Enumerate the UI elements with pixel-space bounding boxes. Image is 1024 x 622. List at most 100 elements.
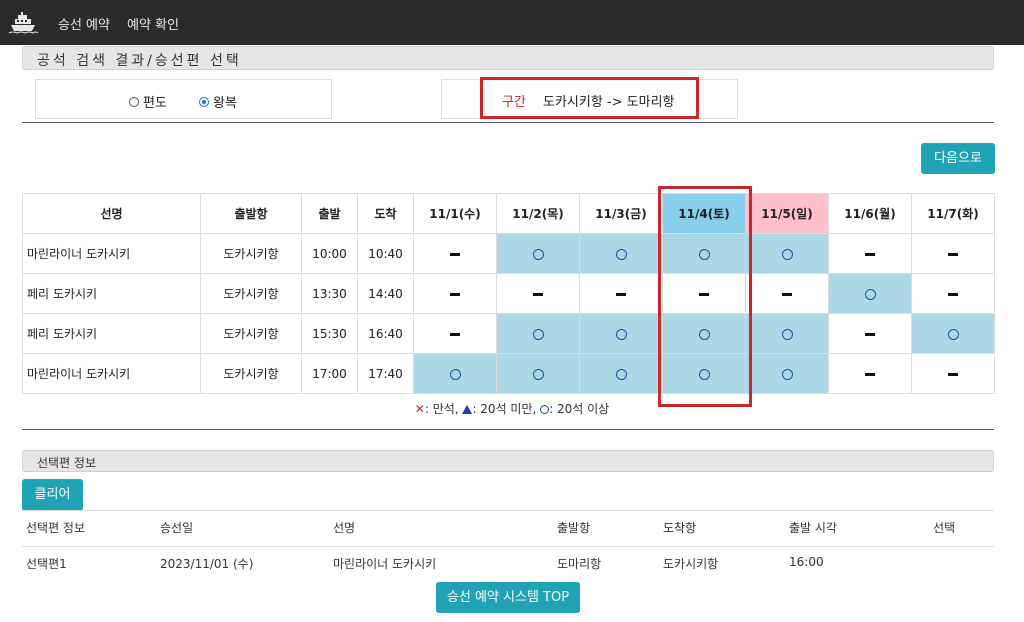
cell-arr: 14:40 [357,273,414,314]
selected-departure-time: 16:00 [789,555,824,569]
availability-cell [828,353,912,394]
schedule-row: 마린라이너 도카시키 도카시키항 17:00 17:40 [22,353,995,394]
availability-cell [413,273,497,314]
available-circle-icon[interactable] [532,368,544,380]
column-header: 출발항 [200,193,302,234]
next-button[interactable]: 다음으로 [921,143,995,174]
unavailable-dash-icon [948,292,958,296]
availability-cell[interactable] [662,353,746,394]
schedule-row: 마린라이너 도카시키 도카시키항 10:00 10:40 [22,233,995,274]
availability-cell[interactable] [828,273,912,314]
availability-cell[interactable] [496,233,580,274]
available-circle-icon[interactable] [698,328,710,340]
unavailable-dash-icon [533,292,543,296]
available-circle-icon[interactable] [449,368,461,380]
available-circle-icon[interactable] [781,248,793,260]
col-header: 출발 시각 [789,521,837,535]
availability-cell [413,233,497,274]
selected-departure-port: 도마리항 [557,557,602,571]
unavailable-dash-icon [699,292,709,296]
availability-cell[interactable] [579,233,663,274]
availability-cell[interactable] [911,313,995,354]
date-header[interactable]: 11/2(목) [496,193,580,234]
availability-cell [911,353,995,394]
unavailable-dash-icon [450,292,460,296]
unavailable-dash-icon [865,252,875,256]
nav-check-booking-link[interactable]: 예약 확인 [127,14,179,33]
top-navbar: 승선 예약 예약 확인 [0,0,1024,45]
date-header[interactable]: 11/3(금) [579,193,663,234]
route-value: 도카시키항 -> 도마리항 [543,95,675,110]
cell-arr: 16:40 [357,313,414,354]
available-circle-icon[interactable] [781,368,793,380]
unavailable-dash-icon [450,332,460,336]
availability-cell[interactable] [496,353,580,394]
unavailable-dash-icon [782,292,792,296]
cell-port: 도카시키항 [200,353,302,394]
system-top-button[interactable]: 승선 예약 시스템 TOP [436,582,580,613]
availability-cell[interactable] [745,233,829,274]
cell-arr: 17:40 [357,353,414,394]
selected-trip-name: 선택편1 [26,557,67,571]
full-icon: ✕ [414,402,425,416]
radio-round-trip-circle[interactable] [199,96,209,107]
cell-ship: 페리 도카시키 [22,313,201,354]
radio-one-way-circle[interactable] [129,96,139,107]
availability-cell [828,313,912,354]
available-circle-icon[interactable] [947,328,959,340]
legend-few: : 20석 미만, [472,402,537,416]
search-result-section-header: 공석 검색 결과/승선편 선택 [22,46,994,70]
date-header[interactable]: 11/6(월) [828,193,912,234]
availability-cell [911,233,995,274]
available-circle-icon[interactable] [532,248,544,260]
ship-icon[interactable] [8,10,38,34]
availability-cell [911,273,995,314]
available-circle-icon[interactable] [864,288,876,300]
available-circle-icon[interactable] [615,368,627,380]
availability-cell[interactable] [413,353,497,394]
availability-cell[interactable] [662,233,746,274]
col-header: 선택 [933,521,956,535]
trip-type-box: 편도 왕복 [35,79,332,119]
column-header: 출발 [301,193,358,234]
date-header[interactable]: 11/4(토) [662,193,746,234]
availability-cell[interactable] [496,313,580,354]
column-header: 도착 [357,193,414,234]
cell-dep: 17:00 [301,353,358,394]
radio-round-trip[interactable]: 왕복 [199,92,237,111]
available-circle-icon[interactable] [615,248,627,260]
availability-cell [413,313,497,354]
availability-cell[interactable] [745,313,829,354]
available-circle-icon[interactable] [615,328,627,340]
cell-dep: 10:00 [301,233,358,274]
available-circle-icon[interactable] [532,328,544,340]
available-circle-icon[interactable] [698,248,710,260]
legend-many: : 20석 이상 [549,402,610,416]
cell-ship: 마린라이너 도카시키 [22,353,201,394]
unavailable-dash-icon [450,252,460,256]
availability-cell[interactable] [579,353,663,394]
cell-port: 도카시키항 [200,313,302,354]
date-header[interactable]: 11/5(일) [745,193,829,234]
selected-ship: 마린라이너 도카시키 [333,557,437,571]
date-header[interactable]: 11/7(화) [911,193,995,234]
availability-cell [828,233,912,274]
available-circle-icon[interactable] [781,328,793,340]
col-header: 도착항 [663,521,697,535]
available-circle-icon[interactable] [698,368,710,380]
radio-one-way[interactable]: 편도 [129,92,167,111]
availability-cell[interactable] [579,313,663,354]
availability-cell[interactable] [662,313,746,354]
unavailable-dash-icon [948,372,958,376]
divider [22,429,994,430]
divider [22,122,994,123]
availability-cell[interactable] [745,353,829,394]
date-header[interactable]: 11/1(수) [413,193,497,234]
unavailable-dash-icon [948,252,958,256]
cell-port: 도카시키항 [200,273,302,314]
col-header: 선명 [333,521,356,535]
clear-button[interactable]: 클리어 [22,479,83,511]
cell-port: 도카시키항 [200,233,302,274]
selected-info-title: 선택편 정보 [37,456,97,470]
nav-booking-link[interactable]: 승선 예약 [58,14,110,33]
